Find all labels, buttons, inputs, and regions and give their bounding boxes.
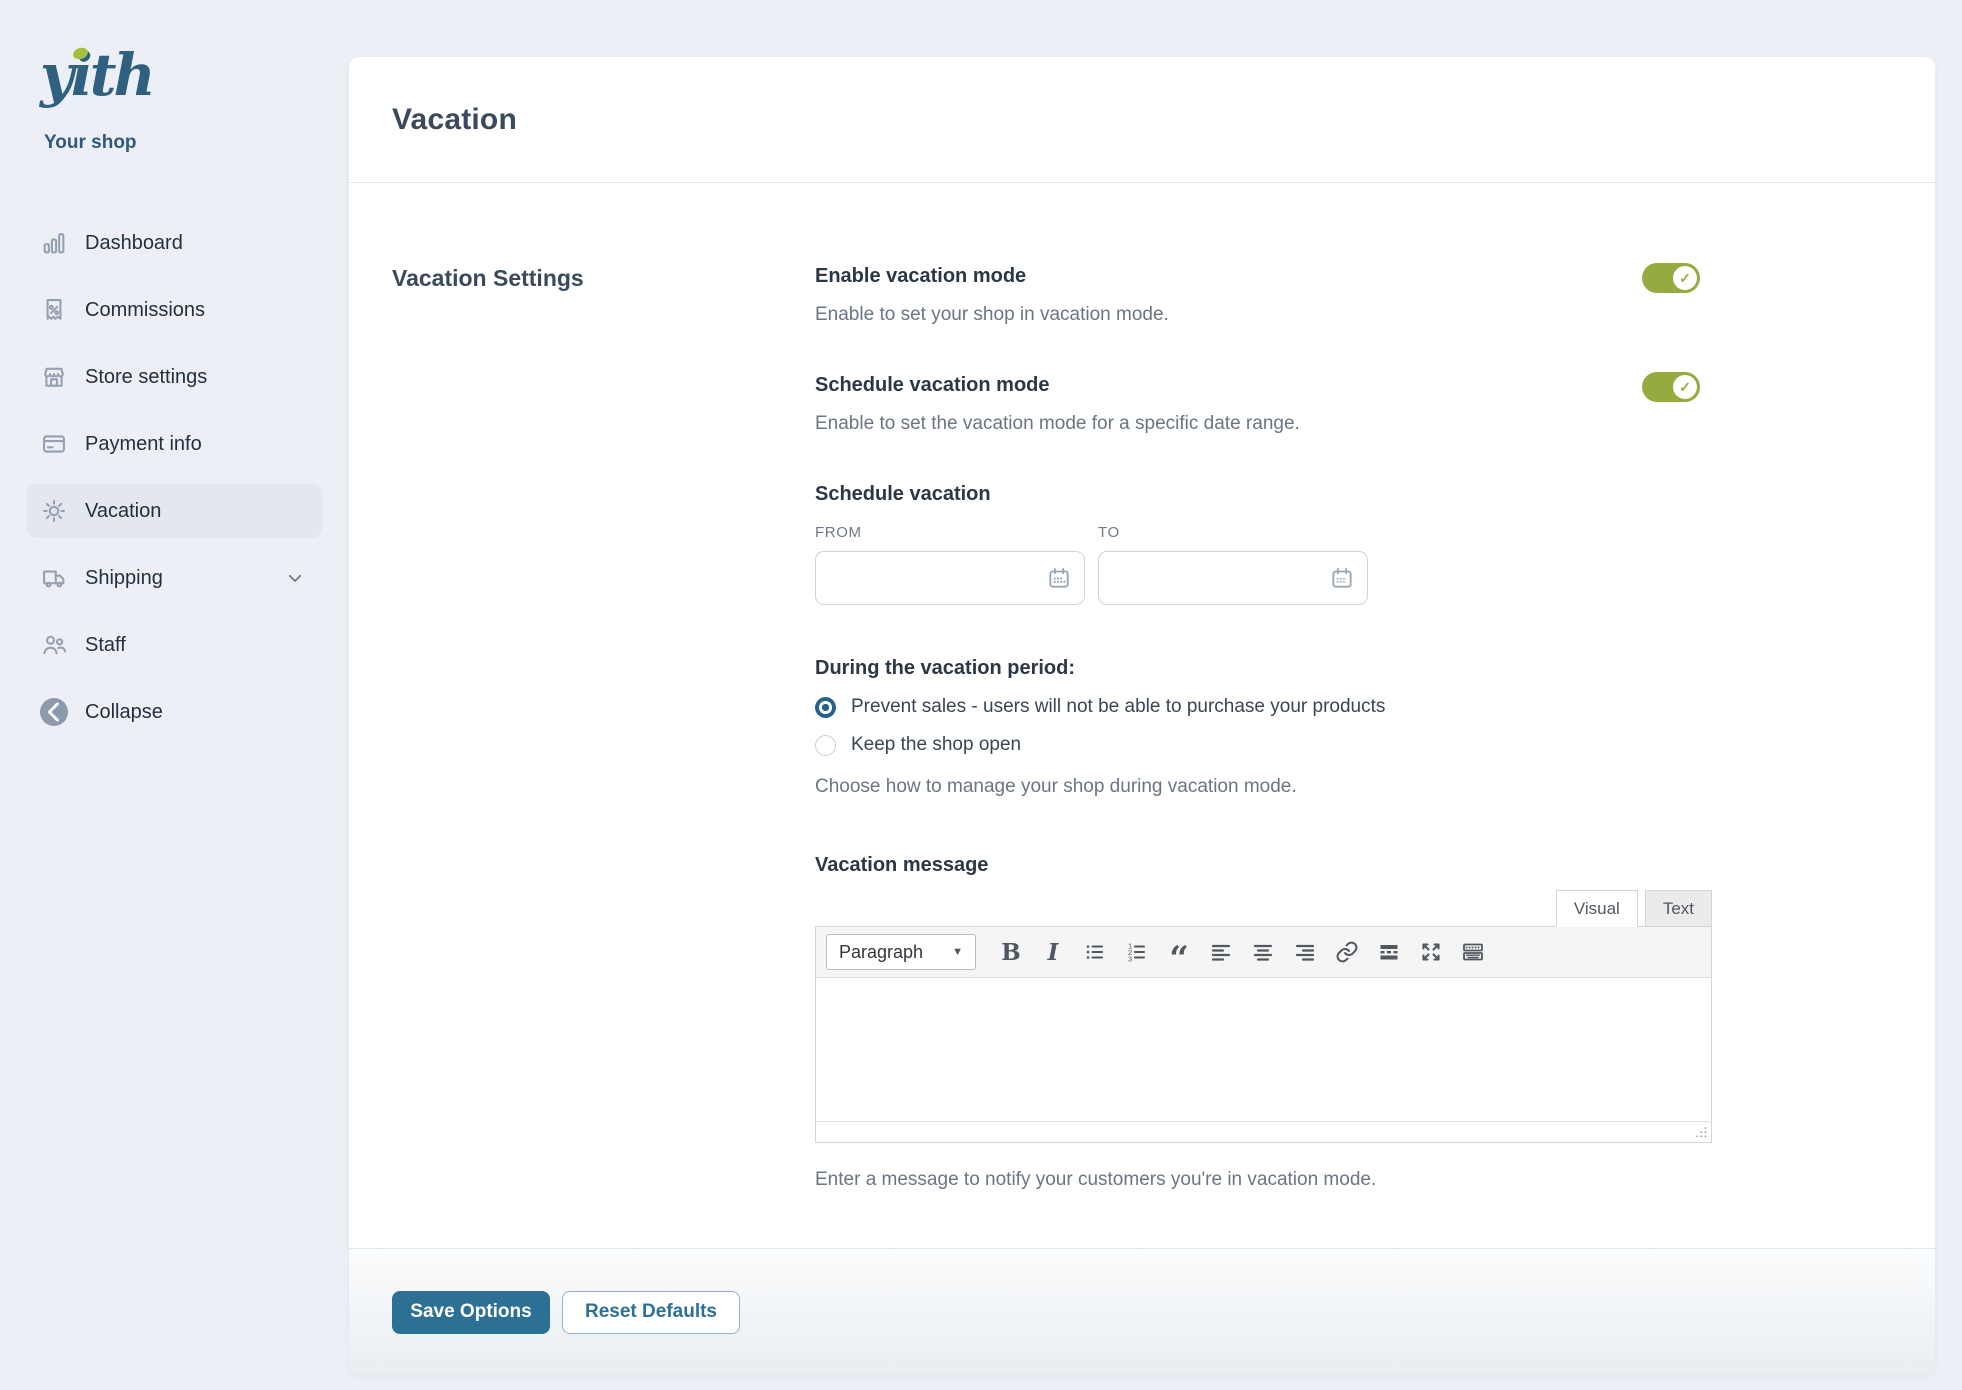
message-editor: Visual Text Paragraph ▼ B I <box>815 889 1712 1191</box>
users-icon <box>40 631 68 659</box>
toggle-check-icon: ✓ <box>1673 375 1697 399</box>
sidebar-nav: Dashboard Commissions Store settings <box>27 216 322 739</box>
blockquote-icon[interactable]: “ <box>1158 935 1200 970</box>
settings-section-label-col: Vacation Settings <box>392 265 815 1239</box>
vacation-message-textarea[interactable] <box>816 978 1711 1121</box>
paragraph-dropdown[interactable]: Paragraph ▼ <box>826 934 976 970</box>
section-title: Vacation Settings <box>392 265 815 292</box>
sidebar-item-label: Collapse <box>85 701 304 724</box>
shop-name: Your shop <box>44 132 349 154</box>
credit-card-icon <box>40 430 68 458</box>
vacation-message-group: Vacation message Visual Text Paragraph ▼… <box>815 854 1712 1191</box>
radio-selected-icon[interactable] <box>815 697 836 718</box>
settings-fields-col: Enable vacation mode ✓ Enable to set you… <box>815 265 1712 1239</box>
sidebar-item-vacation[interactable]: Vacation <box>27 484 322 538</box>
sidebar-item-commissions[interactable]: Commissions <box>27 283 322 337</box>
schedule-mode-toggle[interactable]: ✓ <box>1642 372 1700 402</box>
sidebar-item-shipping[interactable]: Shipping <box>27 551 322 605</box>
keyboard-shortcuts-icon[interactable] <box>1452 935 1494 970</box>
reset-defaults-button[interactable]: Reset Defaults <box>562 1291 740 1334</box>
numbered-list-icon[interactable]: 1 2 3 <box>1116 935 1158 970</box>
sidebar-item-label: Store settings <box>85 366 304 389</box>
sidebar: yith Your shop Dashboard Commissions <box>0 0 349 1390</box>
keep-shop-open-label: Keep the shop open <box>851 734 1021 756</box>
save-options-button[interactable]: Save Options <box>392 1291 550 1334</box>
link-icon[interactable] <box>1326 935 1368 970</box>
svg-text:3: 3 <box>1128 954 1132 963</box>
editor-box: Paragraph ▼ B I <box>815 926 1712 1143</box>
tab-text[interactable]: Text <box>1645 890 1712 927</box>
sidebar-item-payment-info[interactable]: Payment info <box>27 417 322 471</box>
sidebar-item-label: Commissions <box>85 299 304 322</box>
receipt-percent-icon <box>40 296 68 324</box>
align-left-icon[interactable] <box>1200 935 1242 970</box>
sidebar-item-dashboard[interactable]: Dashboard <box>27 216 322 270</box>
editor-toolbar: Paragraph ▼ B I <box>816 927 1711 978</box>
vacation-period-label: During the vacation period: <box>815 657 1712 680</box>
caret-down-icon: ▼ <box>952 946 963 958</box>
enable-vacation-row: Enable vacation mode ✓ Enable to set you… <box>815 265 1712 326</box>
radio-unselected-icon[interactable] <box>815 735 836 756</box>
to-date-field[interactable] <box>1098 551 1368 605</box>
to-date-input[interactable] <box>1099 552 1367 604</box>
page-title: Vacation <box>392 103 517 137</box>
schedule-mode-row: Schedule vacation mode ✓ Enable to set t… <box>815 374 1712 435</box>
vacation-message-description: Enter a message to notify your customers… <box>815 1169 1712 1191</box>
schedule-vacation-label: Schedule vacation <box>815 483 1712 506</box>
vacation-period-group: During the vacation period: Prevent sale… <box>815 657 1712 798</box>
enable-vacation-toggle[interactable]: ✓ <box>1642 263 1700 293</box>
date-from-col: FROM <box>815 524 1085 605</box>
italic-icon[interactable]: I <box>1032 935 1074 970</box>
schedule-vacation-group: Schedule vacation FROM <box>815 483 1712 605</box>
resize-grip-icon[interactable] <box>1694 1125 1708 1139</box>
date-to-col: TO <box>1098 524 1368 605</box>
from-date-field[interactable] <box>815 551 1085 605</box>
sidebar-item-label: Dashboard <box>85 232 304 255</box>
prevent-sales-label: Prevent sales - users will not be able t… <box>851 696 1385 718</box>
from-date-input[interactable] <box>816 552 1084 604</box>
main-panel: Vacation Vacation Settings Enable vacati… <box>349 57 1935 1375</box>
sidebar-item-label: Staff <box>85 634 304 657</box>
align-right-icon[interactable] <box>1284 935 1326 970</box>
bar-chart-icon <box>40 229 68 257</box>
yith-logo-text: yith <box>40 41 153 109</box>
yith-logo: yith <box>40 40 180 118</box>
sidebar-item-label: Vacation <box>85 500 304 523</box>
arrow-left-circle-icon <box>40 698 68 726</box>
panel-header: Vacation <box>349 57 1935 183</box>
read-more-icon[interactable] <box>1368 935 1410 970</box>
vacation-period-description: Choose how to manage your shop during va… <box>815 776 1712 798</box>
editor-tabs: Visual Text <box>815 889 1712 926</box>
prevent-sales-option[interactable]: Prevent sales - users will not be able t… <box>815 696 1712 718</box>
sidebar-item-label: Payment info <box>85 433 304 456</box>
schedule-mode-description: Enable to set the vacation mode for a sp… <box>815 413 1700 435</box>
chevron-down-icon <box>286 569 304 587</box>
settings-content: Vacation Settings Enable vacation mode ✓… <box>349 183 1935 1248</box>
sidebar-item-store-settings[interactable]: Store settings <box>27 350 322 404</box>
panel-footer: Save Options Reset Defaults <box>349 1248 1935 1375</box>
vacation-message-label: Vacation message <box>815 854 1712 877</box>
to-label: TO <box>1098 524 1368 541</box>
paragraph-dropdown-value: Paragraph <box>839 942 923 963</box>
keep-shop-open-option[interactable]: Keep the shop open <box>815 734 1712 756</box>
enable-vacation-label: Enable vacation mode <box>815 265 1700 288</box>
sidebar-item-label: Shipping <box>85 567 286 590</box>
tab-visual[interactable]: Visual <box>1556 890 1638 927</box>
sidebar-item-staff[interactable]: Staff <box>27 618 322 672</box>
toggle-check-icon: ✓ <box>1673 266 1697 290</box>
fullscreen-icon[interactable] <box>1410 935 1452 970</box>
align-center-icon[interactable] <box>1242 935 1284 970</box>
from-label: FROM <box>815 524 1085 541</box>
editor-statusbar <box>816 1121 1711 1142</box>
truck-icon <box>40 564 68 592</box>
schedule-mode-label: Schedule vacation mode <box>815 374 1700 397</box>
bold-icon[interactable]: B <box>990 935 1032 970</box>
sun-icon <box>40 497 68 525</box>
sidebar-item-collapse[interactable]: Collapse <box>27 685 322 739</box>
editor-content-area[interactable] <box>816 978 1711 1121</box>
storefront-icon <box>40 363 68 391</box>
enable-vacation-description: Enable to set your shop in vacation mode… <box>815 304 1700 326</box>
bulleted-list-icon[interactable] <box>1074 935 1116 970</box>
date-range-row: FROM <box>815 524 1712 605</box>
